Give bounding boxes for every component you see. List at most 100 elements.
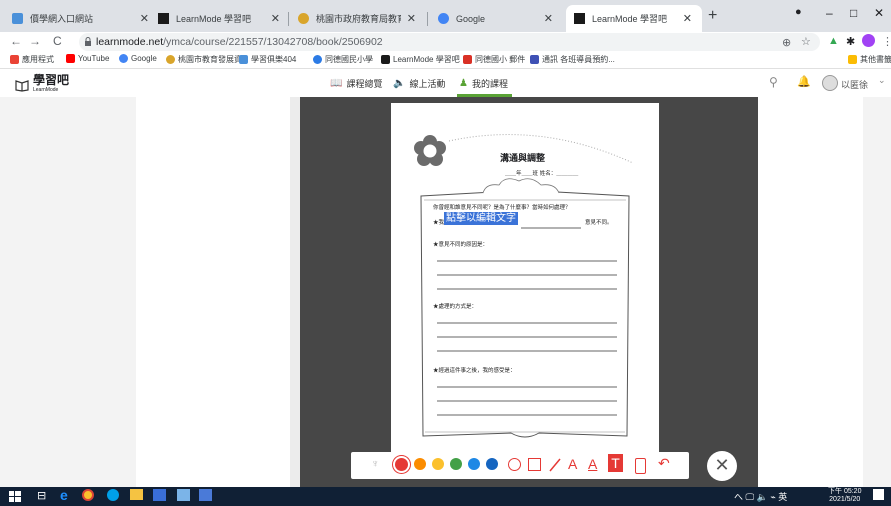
reading-icon: ♟ [459, 78, 468, 89]
menu-icon[interactable]: ⋮ [882, 35, 891, 48]
close-tab-icon[interactable]: ✕ [683, 12, 692, 25]
eraser-icon[interactable] [635, 458, 646, 474]
tab-portal[interactable]: 價學網入口網站 ✕ [4, 5, 159, 32]
close-tab-icon[interactable]: ✕ [140, 12, 149, 25]
nav-label: 我的課程 [471, 79, 508, 89]
profile-avatar[interactable] [862, 34, 875, 47]
windows-start-icon[interactable] [8, 489, 22, 503]
text-a-underline-icon[interactable]: A [588, 456, 602, 472]
chevron-down-icon[interactable]: ⌄ [878, 75, 886, 86]
edu-bureau-icon [298, 13, 309, 24]
nav-course-overview[interactable]: 📖 課程總覽 [330, 77, 382, 90]
zoom-icon[interactable]: ⊕ [782, 36, 791, 49]
user-name[interactable]: 以匿徐 [841, 78, 868, 91]
avatar[interactable] [822, 75, 838, 91]
bookmark-label: 其他書籤 [860, 55, 891, 64]
color-red[interactable] [395, 458, 408, 471]
book-icon: 📖 [330, 78, 343, 89]
tab-learnmode-1[interactable]: LearnMode 學習吧 ✕ [150, 5, 290, 32]
toolbar-row: ← → C learnmode.net/ymca/course/221557/1… [0, 32, 891, 52]
site-logo[interactable]: 學習吧 LearnMode [15, 74, 69, 95]
tab-title: LearnMode 學習吧 [592, 14, 668, 24]
tab-title: Google [456, 13, 486, 24]
app-icon-2[interactable] [153, 489, 166, 501]
forward-button[interactable]: → [29, 34, 41, 48]
clock-time: 下午 05:20 [828, 488, 862, 495]
close-tab-icon[interactable]: ✕ [271, 12, 280, 25]
close-annotation-button[interactable]: ✕ [707, 451, 737, 481]
app-icon[interactable] [107, 489, 119, 501]
tab-google[interactable]: Google ✕ [430, 5, 563, 32]
tab-edu-bureau[interactable]: 桃園市政府教育局教育公務單一 ✕ [290, 5, 426, 32]
new-tab-button[interactable]: + [708, 7, 717, 25]
rect-tool[interactable] [528, 458, 541, 471]
bookmark-google[interactable]: Google [119, 54, 157, 63]
clock[interactable]: 下午 05:20 2021/5/20 [828, 488, 861, 504]
back-button[interactable]: ← [10, 34, 22, 48]
bookmark-mail[interactable]: 同德國小 郵件 [463, 54, 525, 65]
color-green[interactable] [450, 458, 462, 470]
bookmark-club[interactable]: 學習俱樂404 [239, 54, 296, 65]
close-window-button[interactable]: ✕ [874, 6, 884, 20]
color-blue[interactable] [468, 458, 480, 470]
forms-icon [530, 55, 539, 64]
address-bar[interactable]: learnmode.net/ymca/course/221557/1304270… [79, 33, 820, 51]
reload-button[interactable]: C [53, 34, 62, 48]
lock-icon [85, 37, 91, 46]
bookmark-school[interactable]: 同德國民小學 [313, 54, 373, 65]
color-orange[interactable] [414, 458, 426, 470]
app-icon-4[interactable] [199, 489, 212, 501]
flower-icon [414, 135, 446, 166]
row1-suffix: 意見不同。 [585, 220, 613, 226]
text-a-icon[interactable]: A [568, 456, 582, 472]
drive-extension-icon[interactable]: ▲ [828, 35, 839, 47]
ie-icon[interactable]: e [60, 487, 74, 503]
edit-text-hint[interactable]: 點擊以編輯文字 [444, 212, 518, 225]
circle-tool[interactable] [508, 458, 521, 471]
bookmark-apps[interactable]: 應用程式 [10, 54, 54, 65]
nav-online-activities[interactable]: 🔈 線上活動 [393, 77, 445, 90]
task-view-icon[interactable]: ⊟ [37, 489, 51, 503]
file-explorer-icon[interactable] [130, 489, 143, 500]
bookmark-label: 通訊 各班導員預約... [542, 55, 615, 64]
other-bookmarks[interactable]: 其他書籤 [848, 54, 891, 65]
chrome-icon[interactable] [82, 489, 94, 501]
close-tab-icon[interactable]: ✕ [544, 12, 553, 25]
learnmode-icon [574, 13, 585, 24]
maximize-button[interactable]: □ [850, 6, 857, 20]
bookmark-label: LearnMode 學習吧 [393, 55, 460, 64]
text-tool-active[interactable]: T [608, 454, 623, 472]
bookmark-star-icon[interactable]: ☆ [801, 35, 811, 48]
tab-search-icon[interactable]: ● [795, 6, 802, 18]
bell-icon[interactable]: 🔔 [797, 75, 811, 88]
tab-title: 桃園市政府教育局教育公務單一 [316, 14, 401, 24]
bookmark-forms[interactable]: 通訊 各班導員預約... [530, 54, 615, 65]
bookmark-youtube[interactable]: YouTube [66, 54, 109, 63]
bookmark-label: 同德國民小學 [325, 55, 373, 64]
windows-taskbar: ⊟ e へ 🖵 🔈 ⌁ 英 下午 05:20 2021/5/20 [0, 487, 891, 506]
bookmark-learnmode[interactable]: LearnMode 學習吧 [381, 54, 460, 65]
left-panel [136, 97, 290, 487]
edu-icon [166, 55, 175, 64]
url-path: /ymca/course/221557/13042708/book/250690… [163, 36, 383, 48]
color-yellow[interactable] [432, 458, 444, 470]
bookmark-label: YouTube [78, 54, 110, 63]
bookmark-label: 同德國小 郵件 [475, 55, 526, 64]
color-navy[interactable] [486, 458, 498, 470]
app-icon-3[interactable] [177, 489, 190, 501]
search-icon[interactable]: ⚲ [769, 75, 778, 89]
bookmark-edu[interactable]: 桃園市教育發展資... [166, 54, 249, 65]
learnmode-icon [158, 13, 169, 24]
undo-icon[interactable]: ↶ [658, 455, 672, 471]
line-tool[interactable] [548, 458, 562, 472]
youtube-icon [66, 54, 75, 63]
close-tab-icon[interactable]: ✕ [407, 12, 416, 25]
brush-icon[interactable]: ♆ [371, 458, 385, 472]
minimize-button[interactable]: – [826, 6, 833, 20]
extensions-icon[interactable]: ✱ [846, 35, 855, 48]
tab-learnmode-active[interactable]: LearnMode 學習吧 ✕ [566, 5, 702, 32]
folder-icon [848, 55, 857, 64]
notification-icon[interactable] [873, 489, 884, 500]
nav-my-courses[interactable]: ♟ 我的課程 [459, 77, 508, 90]
system-tray[interactable]: へ 🖵 🔈 ⌁ 英 [734, 490, 787, 503]
